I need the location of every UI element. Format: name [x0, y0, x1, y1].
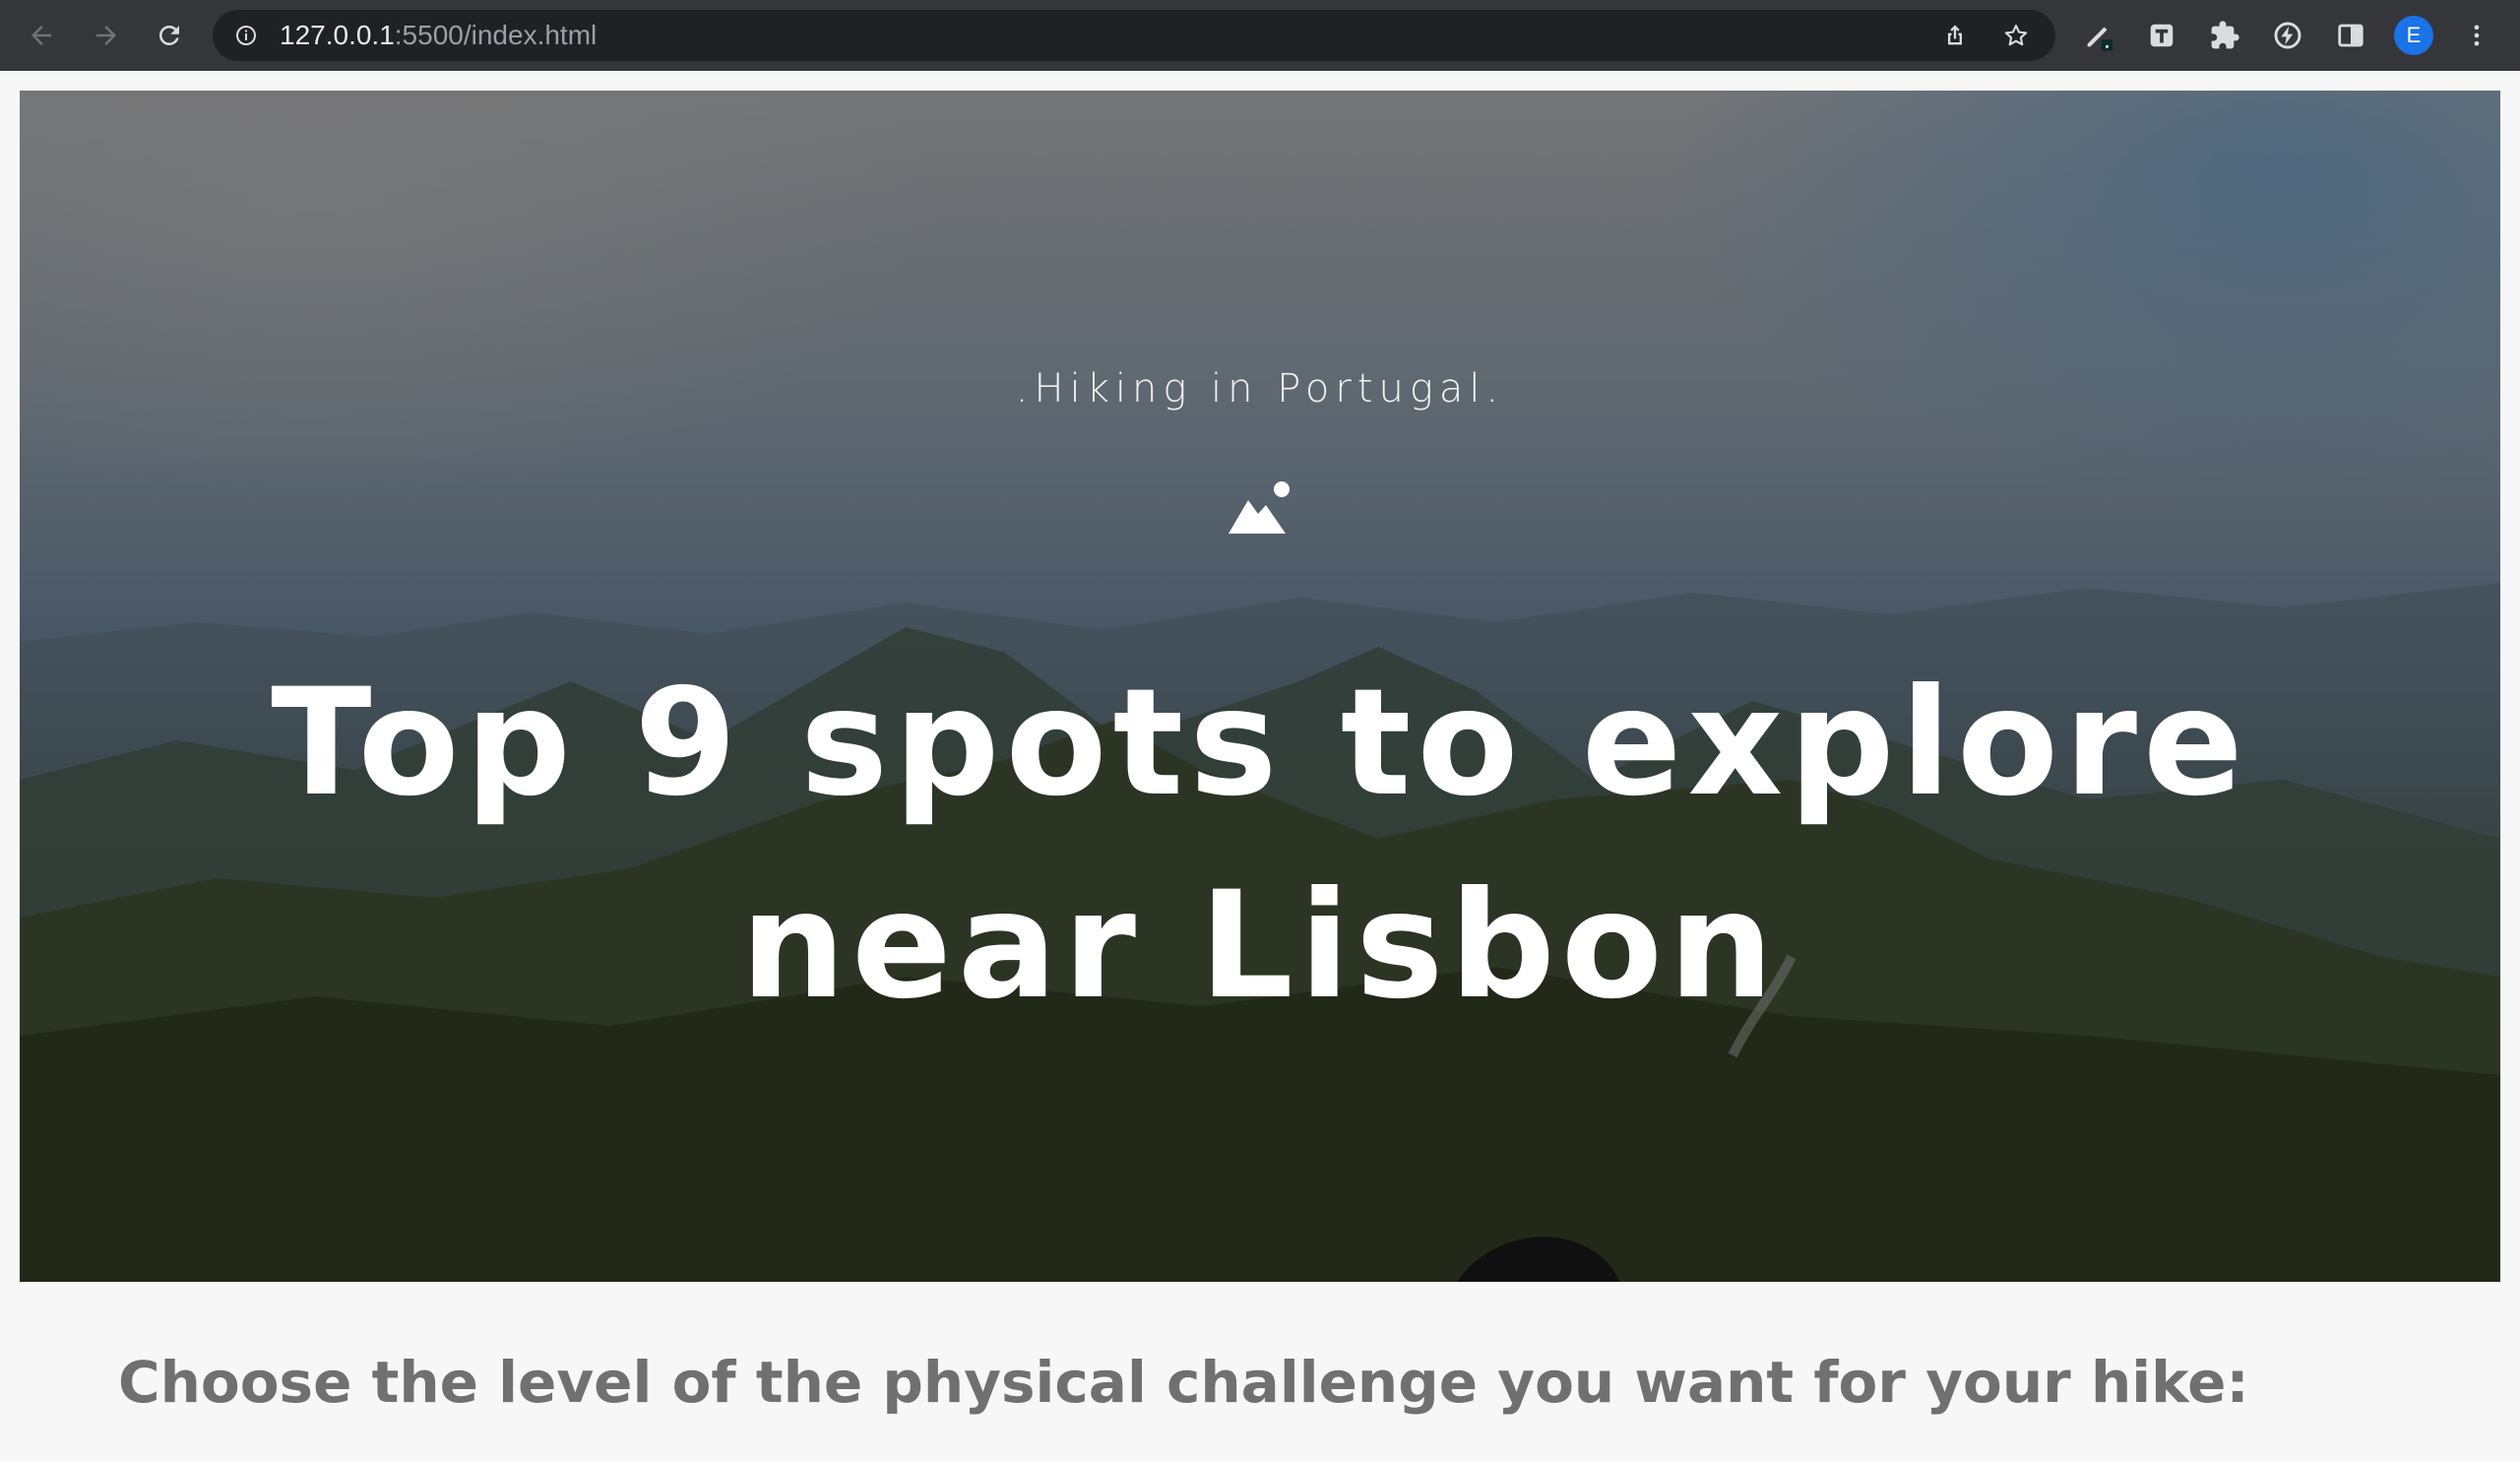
- side-panel-icon: [2338, 24, 2363, 47]
- reload-icon: [158, 25, 179, 45]
- hero-headline: Top 9 spots to explore near Lisbon: [271, 658, 2249, 1032]
- text-extension-icon: [2150, 24, 2174, 47]
- hero-kicker: .Hiking in Portugal.: [1015, 366, 1505, 412]
- side-panel-button[interactable]: [2331, 16, 2370, 55]
- site-info-icon[interactable]: [234, 24, 258, 47]
- url-path: :5500/index.html: [394, 20, 598, 50]
- mountain-icon: [1228, 481, 1290, 534]
- bookmark-star-icon[interactable]: [2002, 22, 2030, 49]
- profile-avatar[interactable]: E: [2394, 16, 2433, 55]
- url-text[interactable]: 127.0.0.1:5500/index.html: [280, 10, 597, 61]
- text-extension-button[interactable]: [2142, 16, 2181, 55]
- pen-extension-button[interactable]: [2079, 16, 2118, 55]
- section-subheading: Choose the level of the physical challen…: [118, 1349, 2249, 1416]
- more-menu-icon: [2474, 25, 2480, 46]
- share-icon[interactable]: [1941, 22, 1969, 49]
- reload-button[interactable]: [150, 16, 189, 55]
- back-button[interactable]: [22, 16, 61, 55]
- forward-button[interactable]: [87, 16, 126, 55]
- pen-extension-icon: [2087, 27, 2113, 51]
- hero-banner: .Hiking in Portugal. Top 9 spots to expl…: [20, 91, 2500, 1282]
- extensions-button[interactable]: [2205, 16, 2244, 55]
- speed-extension-icon: [2274, 22, 2301, 49]
- url-host: 127.0.0.1: [280, 20, 395, 50]
- speed-extension-button[interactable]: [2268, 16, 2307, 55]
- extensions-puzzle-icon: [2211, 21, 2239, 49]
- back-arrow-icon: [32, 26, 51, 45]
- address-bar[interactable]: 127.0.0.1:5500/index.html: [213, 10, 2055, 61]
- browser-menu-button[interactable]: [2457, 16, 2496, 55]
- browser-toolbar: 127.0.0.1:5500/index.html E: [0, 0, 2520, 71]
- web-page: .Hiking in Portugal. Top 9 spots to expl…: [0, 71, 2520, 1461]
- forward-arrow-icon: [96, 26, 116, 45]
